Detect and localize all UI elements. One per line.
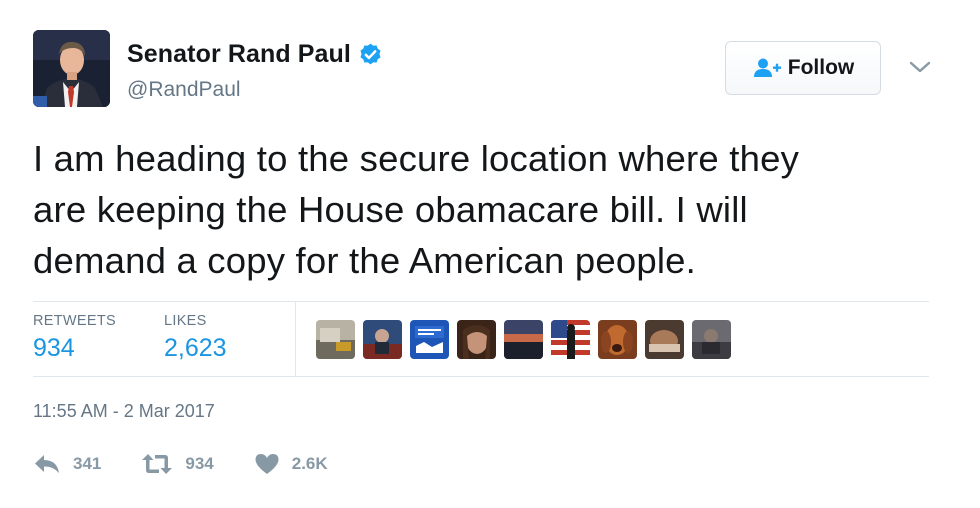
author-avatar[interactable]	[33, 30, 110, 107]
author-handle[interactable]: @RandPaul	[127, 78, 241, 102]
likes-value: 2,623	[164, 334, 227, 362]
liker-avatar-3-icon	[410, 320, 449, 359]
liker-avatars	[316, 320, 739, 359]
follow-user-icon	[753, 58, 781, 77]
avatar-image	[33, 30, 110, 107]
tweet-text-line: demand a copy for the American people.	[33, 240, 696, 281]
tweet-text-line: I am heading to the secure location wher…	[33, 138, 800, 179]
reply-icon	[35, 455, 59, 473]
retweet-button[interactable]: 934	[141, 452, 214, 476]
reply-count: 341	[73, 454, 102, 473]
divider-bottom	[33, 376, 929, 377]
liker-avatar[interactable]	[457, 320, 496, 359]
follow-button[interactable]: Follow	[725, 41, 881, 95]
liker-avatar-6-icon	[551, 320, 590, 359]
tweet-timestamp[interactable]: 11:55 AM - 2 Mar 2017	[33, 401, 215, 422]
liker-avatar[interactable]	[363, 320, 402, 359]
tweet-card: Senator Rand Paul @RandPaul Follow I am …	[0, 0, 980, 508]
liker-avatar[interactable]	[692, 320, 731, 359]
follow-button-label: Follow	[787, 56, 855, 79]
liker-avatar[interactable]	[645, 320, 684, 359]
retweets-value: 934	[33, 334, 75, 362]
liker-avatar-9-icon	[692, 320, 731, 359]
liker-avatar-5-icon	[504, 320, 543, 359]
liker-avatar-4-icon	[457, 320, 496, 359]
liker-avatar-1-icon	[316, 320, 355, 359]
reply-button[interactable]: 341	[33, 452, 101, 476]
liker-avatar[interactable]	[598, 320, 637, 359]
liker-avatar-7-icon	[598, 320, 637, 359]
retweets-stat[interactable]: RETWEETS 934	[33, 313, 116, 363]
liker-avatar[interactable]	[551, 320, 590, 359]
author-name-text: Senator Rand Paul	[127, 40, 351, 68]
divider-top	[33, 301, 929, 302]
retweets-label: RETWEETS	[33, 313, 116, 329]
likes-label: LIKES	[164, 313, 207, 329]
liker-avatar[interactable]	[410, 320, 449, 359]
tweet-text-line: are keeping the House obamacare bill. I …	[33, 189, 748, 230]
chevron-down-icon[interactable]	[908, 58, 932, 76]
liker-avatar[interactable]	[504, 320, 543, 359]
heart-icon	[255, 454, 279, 474]
like-button[interactable]: 2.6K	[254, 452, 328, 476]
stats-separator	[295, 301, 296, 376]
verified-badge-icon	[360, 43, 381, 65]
tweet-actions: 341 934 2.6K	[33, 452, 368, 476]
tweet-text: I am heading to the secure location wher…	[33, 133, 943, 286]
retweet-icon	[142, 454, 173, 474]
liker-avatar-8-icon	[645, 320, 684, 359]
liker-avatar-2-icon	[363, 320, 402, 359]
liker-avatar[interactable]	[316, 320, 355, 359]
retweet-count: 934	[185, 454, 214, 473]
like-count: 2.6K	[291, 454, 328, 473]
author-name[interactable]: Senator Rand Paul	[127, 40, 383, 69]
likes-stat[interactable]: LIKES 2,623	[164, 313, 227, 363]
